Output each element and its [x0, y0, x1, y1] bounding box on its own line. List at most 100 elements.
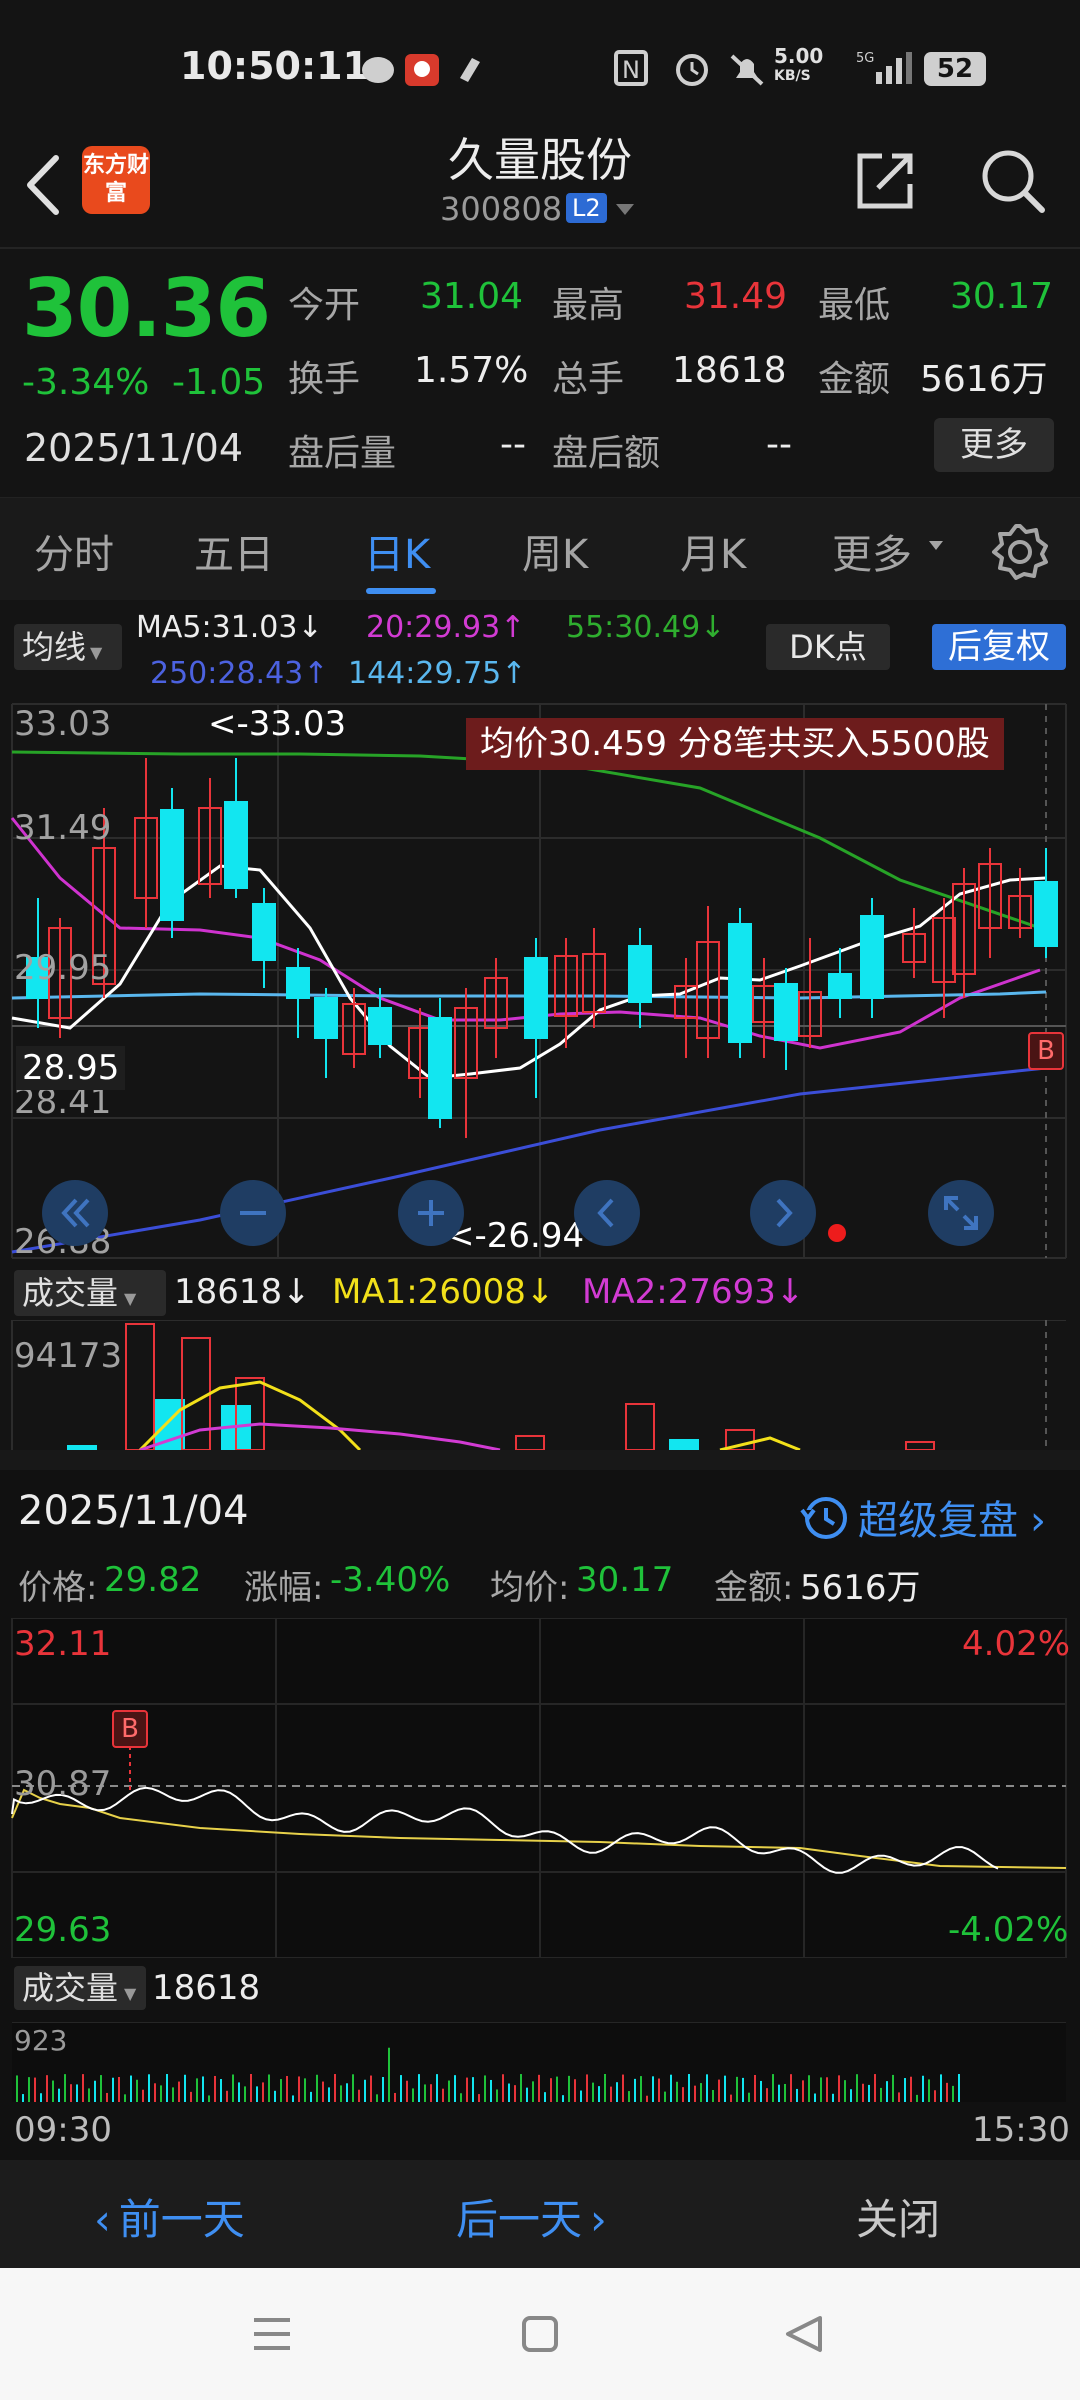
intraday-volume-bar: [868, 2084, 870, 2102]
volume-indicator-button[interactable]: 成交量 ▼: [14, 1270, 166, 1316]
intraday-volume-bar: [502, 2074, 504, 2102]
intraday-volume-bar: [946, 2082, 948, 2102]
low-value: 30.17: [950, 276, 1054, 317]
share-icon[interactable]: [852, 148, 918, 214]
next-day-button[interactable]: 后一天 ›: [456, 2186, 607, 2247]
intraday-volume-bar: [652, 2076, 654, 2102]
intraday-volume-bar: [382, 2076, 384, 2102]
back-adjusted-button[interactable]: 后复权: [932, 624, 1066, 670]
intraday-volume-bar: [178, 2081, 180, 2102]
intraday-volume-bar: [790, 2074, 792, 2102]
intraday-volume-bar: [136, 2079, 138, 2102]
high-value: 31.49: [684, 276, 788, 317]
intraday-volume-bar: [916, 2094, 918, 2102]
intraday-chart[interactable]: [0, 1618, 1080, 1958]
intraday-volume-bar: [604, 2074, 606, 2102]
red-dot-indicator: [828, 1224, 846, 1242]
turnover-value: 1.57%: [414, 350, 529, 391]
tab-five-day[interactable]: 五日: [194, 522, 274, 580]
intraday-volume-bar: [904, 2078, 906, 2102]
dk-point-button[interactable]: DK点: [766, 624, 890, 670]
intraday-volume-bar: [226, 2090, 228, 2102]
buy-marker[interactable]: B: [1028, 1032, 1064, 1070]
zoom-in-button[interactable]: [398, 1180, 464, 1246]
intraday-volume-button[interactable]: 成交量 ▼: [14, 1966, 146, 2010]
volume-ma2: MA2:27693↓: [582, 1272, 805, 1312]
current-price: 30.36: [22, 262, 271, 355]
intraday-volume-bar: [622, 2074, 624, 2102]
intraday-volume-bar: [232, 2074, 234, 2102]
search-icon[interactable]: [978, 146, 1048, 216]
volume-label: 总手: [552, 359, 625, 400]
tab-daily-k[interactable]: 日K: [364, 522, 430, 580]
super-replay-button[interactable]: 超级复盘 ›: [800, 1488, 1046, 1546]
intraday-volume-bar: [886, 2081, 888, 2102]
chevron-down-icon[interactable]: [614, 202, 636, 218]
y-axis-label-top: 33.03: [14, 704, 112, 744]
tab-timeshare[interactable]: 分时: [34, 522, 114, 580]
volume-value: 18618: [672, 350, 787, 391]
intraday-volume-bar: [442, 2088, 444, 2102]
intraday-volume-bar: [40, 2093, 42, 2102]
intraday-change-value: -3.40%: [330, 1560, 451, 1600]
intraday-volume-bar: [700, 2083, 702, 2102]
volume-chart[interactable]: [0, 1320, 1080, 1450]
back-nav-icon[interactable]: [782, 2312, 826, 2356]
intraday-volume-bar: [694, 2085, 696, 2102]
intraday-volume-bar: [160, 2085, 162, 2102]
scroll-left-button[interactable]: [574, 1180, 640, 1246]
previous-day-button[interactable]: ‹ 前一天: [94, 2186, 245, 2247]
volume-bar: [515, 1435, 545, 1450]
y-axis-label-2: 31.49: [14, 808, 112, 848]
scroll-left-fast-button[interactable]: [42, 1180, 108, 1246]
intraday-volume-bar: [154, 2083, 156, 2102]
intraday-volume-bar: [64, 2074, 66, 2102]
intraday-volume-bar: [466, 2077, 468, 2102]
plus-icon: [418, 1200, 444, 1226]
intraday-volume-bar: [898, 2092, 900, 2102]
tab-weekly-k[interactable]: 周K: [522, 522, 588, 580]
history-icon: [800, 1497, 847, 1539]
intraday-volume-bar: [796, 2088, 798, 2102]
gear-icon[interactable]: [990, 522, 1050, 582]
intraday-volume-bar: [724, 2075, 726, 2102]
ma-selector-button[interactable]: 均线 ▼: [14, 624, 122, 670]
intraday-volume-bar: [292, 2095, 294, 2102]
high-label: 最高: [552, 285, 625, 326]
intraday-volume-bar: [862, 2083, 864, 2102]
intraday-volume-bar: [394, 2092, 396, 2102]
amount-value: 5616万: [920, 359, 1048, 400]
intraday-volume-bar: [166, 2074, 168, 2102]
intraday-volume-chart[interactable]: [0, 2022, 1080, 2102]
tab-monthly-k[interactable]: 月K: [680, 522, 746, 580]
panel-separator: [0, 1450, 1080, 1470]
intraday-price-value: 29.82: [104, 1560, 202, 1600]
tab-more[interactable]: 更多: [832, 522, 912, 580]
level2-badge[interactable]: L2: [566, 193, 607, 223]
candle-down: [774, 983, 798, 1041]
intraday-volume-bar: [676, 2081, 678, 2102]
menu-icon[interactable]: [250, 2312, 294, 2356]
home-icon[interactable]: [518, 2312, 562, 2356]
intraday-buy-marker[interactable]: B: [112, 1710, 148, 1748]
y-axis-label-3: 29.95: [14, 948, 112, 988]
zoom-out-button[interactable]: [220, 1180, 286, 1246]
candle-down: [728, 923, 752, 1043]
intraday-volume-bar: [928, 2079, 930, 2102]
intraday-volume-bar: [826, 2077, 828, 2102]
intraday-volume-bar: [148, 2074, 150, 2102]
more-button[interactable]: 更多: [934, 418, 1054, 472]
intraday-volume-bar: [646, 2095, 648, 2102]
close-button[interactable]: 关闭: [856, 2186, 940, 2247]
candle-down: [368, 1007, 392, 1045]
scroll-right-button[interactable]: [750, 1180, 816, 1246]
intraday-top-percent: 4.02%: [962, 1624, 1071, 1664]
ma144-value: 144:29.75↑: [348, 656, 527, 691]
intraday-volume-bar: [238, 2082, 240, 2102]
fullscreen-button[interactable]: [928, 1180, 994, 1246]
intraday-volume-bar: [364, 2079, 366, 2102]
intraday-volume-bar: [448, 2080, 450, 2102]
candlestick-chart[interactable]: [0, 698, 1080, 1260]
intraday-volume-bar: [184, 2074, 186, 2102]
candle-down: [860, 915, 884, 999]
